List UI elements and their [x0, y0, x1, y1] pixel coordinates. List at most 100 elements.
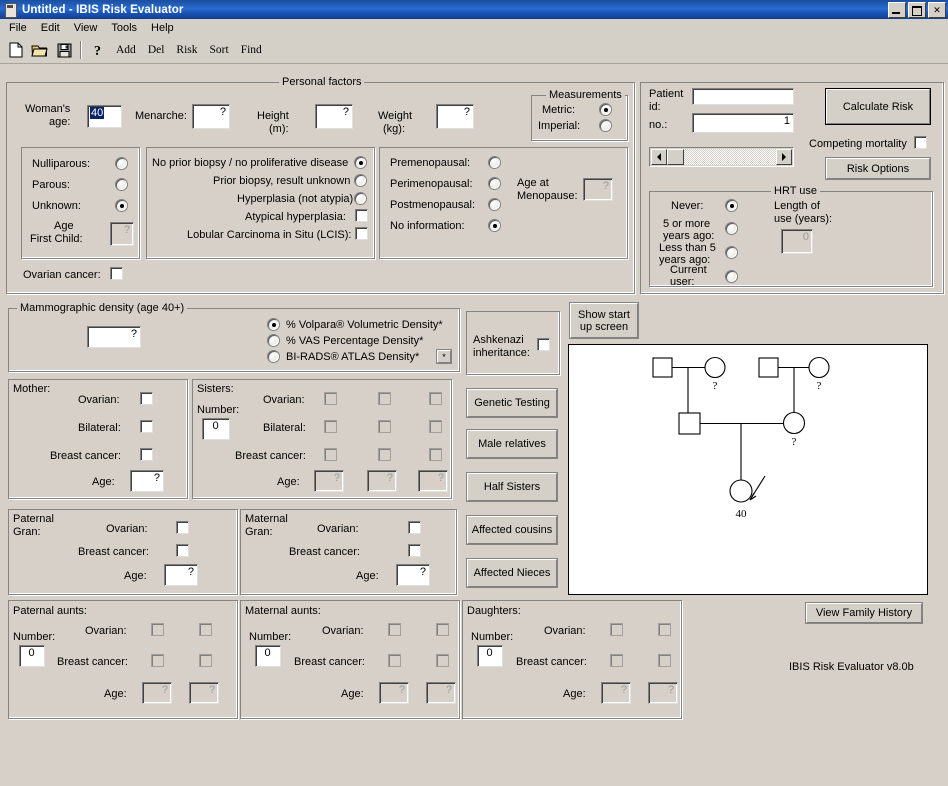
maternal-gran-ovarian-checkbox[interactable] [408, 521, 421, 534]
hrt-never-radio[interactable] [725, 199, 738, 212]
age-at-menopause-input[interactable]: ? [583, 178, 613, 201]
imperial-radio[interactable] [599, 119, 612, 132]
volpara-radio[interactable] [267, 318, 280, 331]
toolbar-sort-button[interactable]: Sort [204, 44, 235, 56]
mother-breast-cancer-checkbox[interactable] [140, 448, 153, 461]
ashkenazi-checkbox[interactable] [537, 338, 550, 351]
daughters-number-input[interactable]: 0 [477, 645, 503, 667]
sisters-bilateral-checkbox-1[interactable] [324, 420, 337, 433]
menu-view[interactable]: View [67, 21, 105, 35]
paternal-aunts-number-input[interactable]: 0 [19, 645, 45, 667]
no-prior-biopsy-radio[interactable] [354, 156, 367, 169]
mother-ovarian-checkbox[interactable] [140, 392, 153, 405]
paternal-gran-breast-cancer-checkbox[interactable] [176, 544, 189, 557]
patient-id-input[interactable] [692, 88, 794, 105]
paternal-aunts-ovarian-checkbox-2[interactable] [199, 623, 212, 636]
show-start-up-screen-button[interactable]: Show start up screen [569, 302, 639, 339]
scroll-right-button[interactable] [776, 149, 792, 165]
maternal-aunts-breast-cancer-checkbox-2[interactable] [436, 654, 449, 667]
lcis-checkbox[interactable] [355, 227, 368, 240]
toolbar-risk-button[interactable]: Risk [170, 44, 203, 56]
hrt-5plus-radio[interactable] [725, 222, 738, 235]
menu-edit[interactable]: Edit [34, 21, 67, 35]
mother-age-input[interactable]: ? [130, 470, 164, 492]
menarche-input[interactable]: ? [192, 104, 230, 129]
daughters-age-input-2[interactable]: ? [648, 682, 678, 704]
prior-biopsy-unknown-radio[interactable] [354, 174, 367, 187]
atypical-hyperplasia-checkbox[interactable] [355, 209, 368, 222]
hyperplasia-radio[interactable] [354, 192, 367, 205]
paternal-aunts-breast-cancer-checkbox-1[interactable] [151, 654, 164, 667]
affected-nieces-button[interactable]: Affected Nieces [466, 558, 558, 588]
vas-radio[interactable] [267, 334, 280, 347]
paternal-aunts-ovarian-checkbox-1[interactable] [151, 623, 164, 636]
sisters-age-input-3[interactable]: ? [418, 470, 448, 492]
minimize-button[interactable] [888, 2, 906, 18]
density-footnote-button[interactable]: * [436, 349, 452, 364]
toolbar-del-button[interactable]: Del [142, 44, 171, 56]
sisters-bilateral-checkbox-3[interactable] [429, 420, 442, 433]
patient-scrollbar[interactable] [649, 147, 794, 167]
genetic-testing-button[interactable]: Genetic Testing [466, 388, 558, 418]
daughters-breast-cancer-checkbox-1[interactable] [610, 654, 623, 667]
womans-age-input[interactable]: 40 [87, 105, 122, 128]
premenopausal-radio[interactable] [488, 156, 501, 169]
male-relatives-button[interactable]: Male relatives [466, 429, 558, 459]
sisters-bilateral-checkbox-2[interactable] [378, 420, 391, 433]
new-document-icon[interactable] [4, 39, 28, 61]
hrt-length-input[interactable]: 0 [781, 229, 813, 254]
scroll-left-button[interactable] [651, 149, 667, 165]
menu-help[interactable]: Help [144, 21, 181, 35]
calculate-risk-button[interactable]: Calculate Risk [825, 88, 931, 125]
weight-input[interactable]: ? [436, 104, 474, 129]
birads-radio[interactable] [267, 350, 280, 363]
age-first-child-input[interactable]: ? [110, 222, 134, 246]
toolbar-add-button[interactable]: Add [110, 44, 142, 56]
affected-cousins-button[interactable]: Affected cousins [466, 515, 558, 545]
height-input[interactable]: ? [315, 104, 353, 129]
patient-no-input[interactable]: 1 [692, 113, 794, 133]
ovarian-cancer-checkbox[interactable] [110, 267, 123, 280]
sisters-breast-cancer-checkbox-2[interactable] [378, 448, 391, 461]
maternal-aunts-age-input-2[interactable]: ? [426, 682, 456, 704]
pedigree-canvas[interactable]: ? ? ? 40 [568, 344, 928, 595]
parous-radio[interactable] [115, 178, 128, 191]
paternal-aunts-breast-cancer-checkbox-2[interactable] [199, 654, 212, 667]
paternal-aunts-age-input-2[interactable]: ? [189, 682, 219, 704]
paternal-gran-ovarian-checkbox[interactable] [176, 521, 189, 534]
metric-radio[interactable] [599, 103, 612, 116]
competing-mortality-checkbox[interactable] [914, 136, 927, 149]
unknown-parity-radio[interactable] [115, 199, 128, 212]
maternal-aunts-ovarian-checkbox-1[interactable] [388, 623, 401, 636]
open-folder-icon[interactable] [28, 39, 52, 61]
hrt-current-radio[interactable] [725, 270, 738, 283]
half-sisters-button[interactable]: Half Sisters [466, 472, 558, 502]
mother-bilateral-checkbox[interactable] [140, 420, 153, 433]
paternal-gran-age-input[interactable]: ? [164, 564, 198, 586]
view-family-history-button[interactable]: View Family History [805, 602, 923, 624]
toolbar-find-button[interactable]: Find [235, 44, 268, 56]
sisters-number-input[interactable]: 0 [202, 418, 230, 440]
sisters-breast-cancer-checkbox-1[interactable] [324, 448, 337, 461]
sisters-age-input-1[interactable]: ? [314, 470, 344, 492]
nulliparous-radio[interactable] [115, 157, 128, 170]
sisters-ovarian-checkbox-3[interactable] [429, 392, 442, 405]
maternal-aunts-age-input-1[interactable]: ? [379, 682, 409, 704]
perimenopausal-radio[interactable] [488, 177, 501, 190]
sisters-breast-cancer-checkbox-3[interactable] [429, 448, 442, 461]
maternal-gran-breast-cancer-checkbox[interactable] [408, 544, 421, 557]
mammographic-density-input[interactable]: ? [87, 326, 141, 348]
risk-options-button[interactable]: Risk Options [825, 157, 931, 180]
close-button[interactable]: ✕ [928, 2, 946, 18]
sisters-ovarian-checkbox-2[interactable] [378, 392, 391, 405]
maximize-button[interactable] [908, 2, 926, 18]
maternal-aunts-breast-cancer-checkbox-1[interactable] [388, 654, 401, 667]
scrollbar-thumb[interactable] [667, 149, 684, 165]
menu-file[interactable]: File [2, 21, 34, 35]
daughters-breast-cancer-checkbox-2[interactable] [658, 654, 671, 667]
sisters-age-input-2[interactable]: ? [367, 470, 397, 492]
daughters-ovarian-checkbox-2[interactable] [658, 623, 671, 636]
daughters-ovarian-checkbox-1[interactable] [610, 623, 623, 636]
help-question-icon[interactable]: ? [86, 39, 110, 61]
sisters-ovarian-checkbox-1[interactable] [324, 392, 337, 405]
